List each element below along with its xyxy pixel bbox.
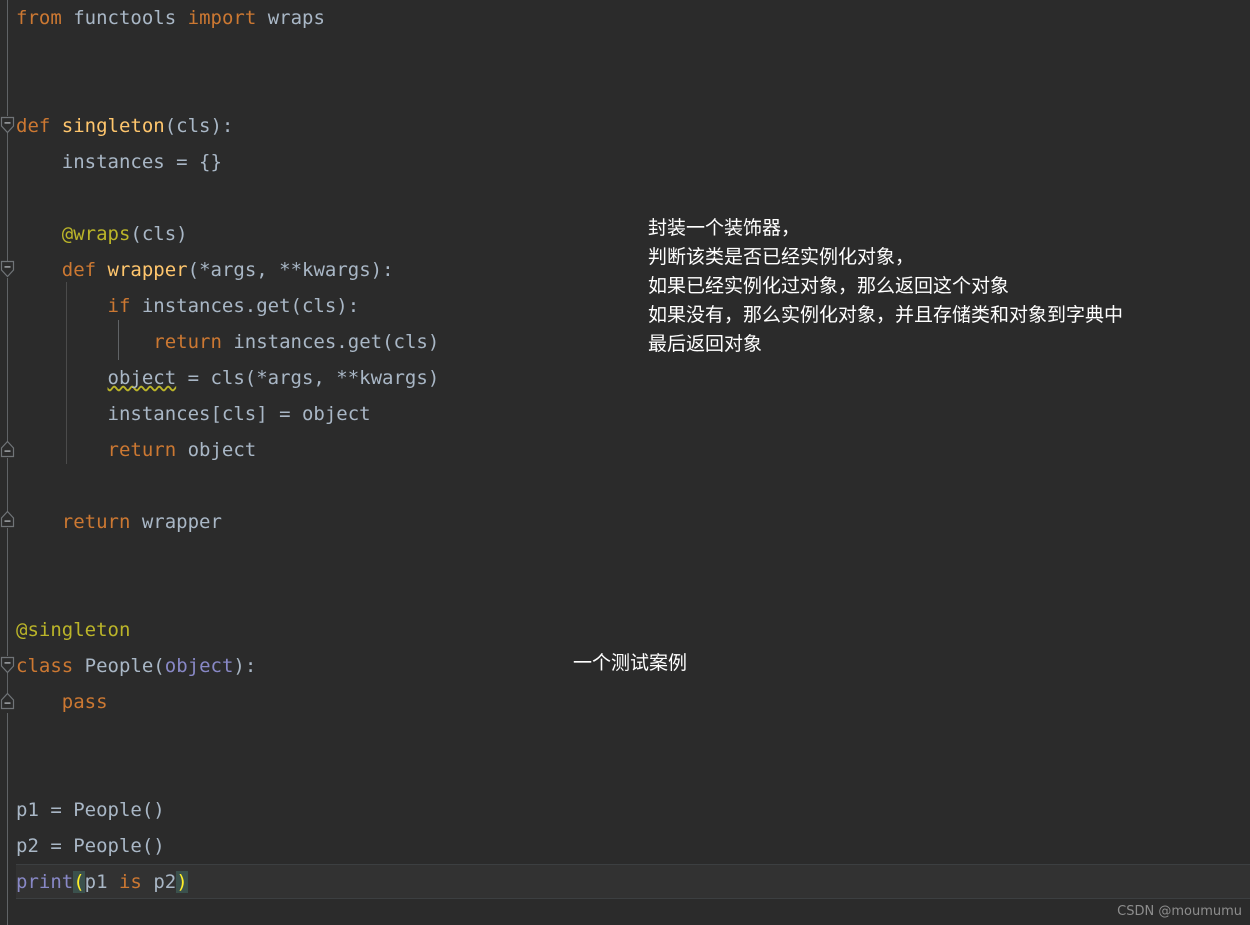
token: (cls): <box>164 115 234 137</box>
code-line-20[interactable]: pass <box>0 684 108 720</box>
token: def <box>16 115 51 137</box>
token: return <box>107 439 177 461</box>
code-line-12[interactable]: instances[cls] = object <box>0 396 371 432</box>
code-editor[interactable]: from functools import wraps def singleton… <box>0 0 1250 925</box>
token: (*args, **kwargs): <box>187 259 394 281</box>
annotation-line: 一个测试案例 <box>573 652 688 674</box>
token: ) <box>176 871 188 893</box>
token: wraps <box>267 7 325 29</box>
annotation-decorator-explanation: 封装一个装饰器， 判断该类是否已经实例化对象， 如果已经实例化过对象，那么返回这个对… <box>648 214 1123 359</box>
code-line-indent <box>0 871 16 893</box>
token: object <box>107 367 177 389</box>
token: pass <box>61 691 108 713</box>
code-text-layer[interactable]: from functools import wraps def singleton… <box>0 0 1250 925</box>
token: wrapper <box>107 259 188 281</box>
code-line-15[interactable]: return wrapper <box>0 504 222 540</box>
token: p1 = People() <box>16 799 165 821</box>
code-line-13[interactable]: return object <box>0 432 257 468</box>
token: wrapper <box>130 511 222 533</box>
token: singleton <box>61 115 165 137</box>
code-line-indent <box>0 511 16 533</box>
code-line-1[interactable]: from functools import wraps <box>0 0 325 36</box>
token: if <box>107 295 131 317</box>
token: is <box>118 871 142 893</box>
code-line-indent <box>0 835 16 857</box>
token: p2 = People() <box>16 835 165 857</box>
code-line-4[interactable]: def singleton(cls): <box>0 108 233 144</box>
token: object <box>176 439 257 461</box>
annotation-line: 最后返回对象 <box>648 333 763 355</box>
token: object <box>164 655 234 677</box>
code-line-8[interactable]: def wrapper(*args, **kwargs): <box>0 252 394 288</box>
code-line-indent <box>0 7 16 29</box>
code-line-18[interactable]: @singleton <box>0 612 130 648</box>
token: (cls) <box>130 223 188 245</box>
annotation-line: 如果已经实例化过对象，那么返回这个对象 <box>648 275 1010 297</box>
code-line-11[interactable]: object = cls(*args, **kwargs) <box>0 360 440 396</box>
token: instances.get(cls): <box>130 295 360 317</box>
code-line-indent <box>0 619 16 641</box>
token: p1 <box>84 871 119 893</box>
code-line-23[interactable]: p1 = People() <box>0 792 165 828</box>
token: p2 <box>141 871 177 893</box>
annotation-line: 封装一个装饰器， <box>648 217 801 239</box>
code-line-indent <box>0 151 16 173</box>
code-line-25[interactable]: print(p1 is p2) <box>0 864 188 900</box>
code-line-indent <box>0 331 16 353</box>
token: ( <box>153 655 165 677</box>
token: class <box>16 655 74 677</box>
token: People <box>84 655 154 677</box>
token: return <box>61 511 131 533</box>
token: instances[cls] = object <box>16 403 371 425</box>
code-line-indent <box>0 259 16 281</box>
watermark-label: CSDN @moumumu <box>1117 904 1242 919</box>
code-line-indent <box>0 115 16 137</box>
code-line-19[interactable]: class People(object): <box>0 648 256 684</box>
code-line-7[interactable]: @wraps(cls) <box>0 216 188 252</box>
annotation-line: 如果没有，那么实例化对象，并且存储类和对象到字典中 <box>648 304 1124 326</box>
token: instances.get(cls) <box>221 331 440 353</box>
token: return <box>153 331 222 353</box>
token: @singleton <box>16 619 131 641</box>
code-line-9[interactable]: if instances.get(cls): <box>0 288 360 324</box>
code-line-indent <box>0 655 16 677</box>
token: ): <box>233 655 257 677</box>
token: import <box>187 7 257 29</box>
annotation-test-case: 一个测试案例 <box>573 649 687 678</box>
token: functools <box>73 7 177 29</box>
token: ( <box>73 871 85 893</box>
token: print <box>16 871 74 893</box>
token: instances = {} <box>16 151 222 173</box>
code-line-10[interactable]: return instances.get(cls) <box>0 324 439 360</box>
code-line-indent <box>0 403 16 425</box>
code-line-24[interactable]: p2 = People() <box>0 828 165 864</box>
token: def <box>61 259 97 281</box>
code-line-indent <box>0 223 16 245</box>
token: @wraps <box>61 223 131 245</box>
code-line-indent <box>0 367 16 389</box>
annotation-line: 判断该类是否已经实例化对象， <box>648 246 915 268</box>
code-line-indent <box>0 691 16 713</box>
token: = cls(*args, **kwargs) <box>176 367 440 389</box>
code-line-indent <box>0 799 16 821</box>
code-line-5[interactable]: instances = {} <box>0 144 222 180</box>
code-line-indent <box>0 439 16 461</box>
token: from <box>16 7 62 29</box>
code-line-indent <box>0 295 16 317</box>
